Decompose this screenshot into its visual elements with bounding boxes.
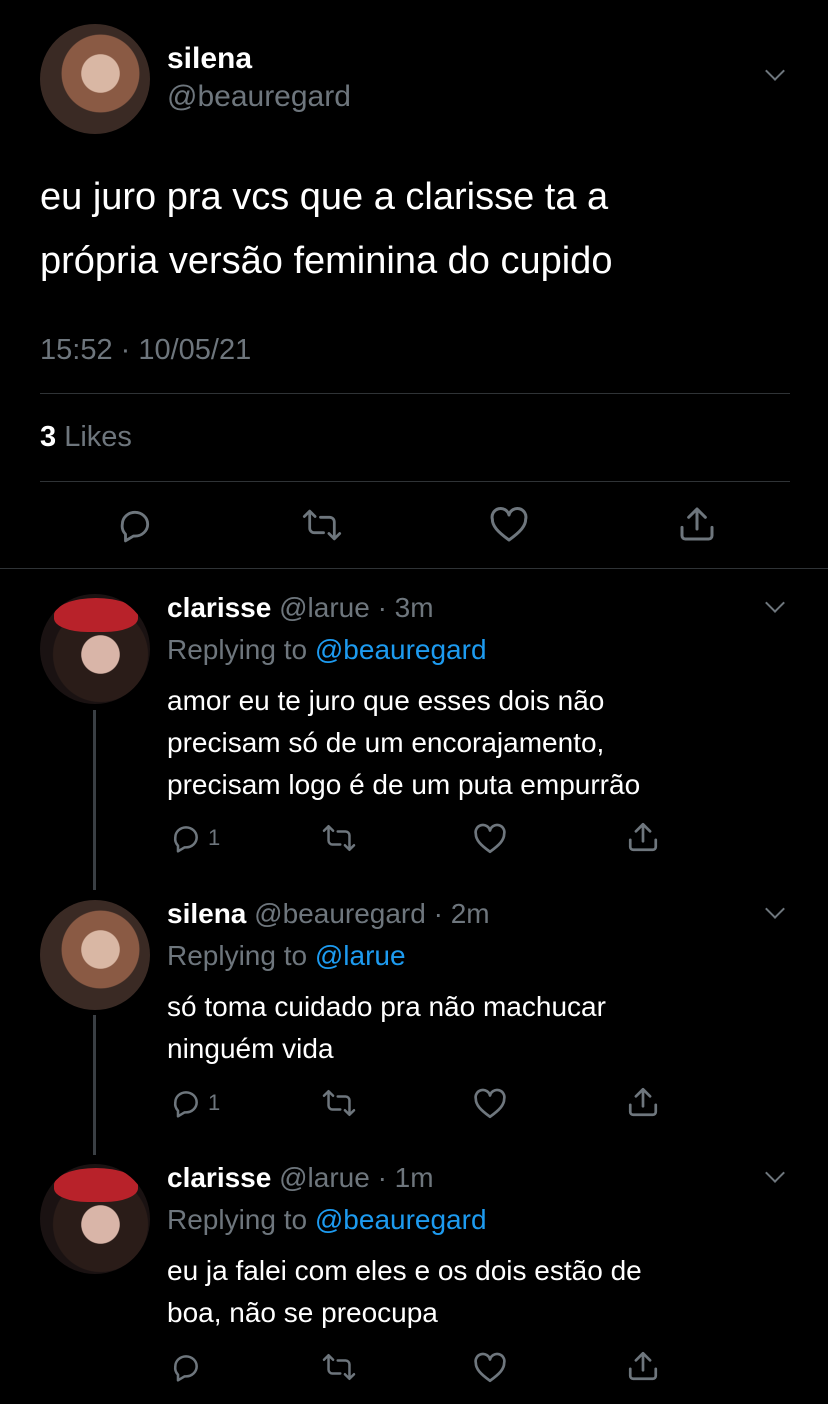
tweet-text-line-1: eu juro pra vcs que a clarisse ta a <box>40 176 609 218</box>
reply-header: clarisse @larue · 1m <box>167 1162 434 1194</box>
divider <box>40 393 790 394</box>
reply-text-line-1: só toma cuidado pra não machucar <box>167 991 606 1022</box>
mention-link[interactable]: @beauregard <box>315 1204 487 1235</box>
retweet-icon[interactable] <box>322 822 356 854</box>
likes-stat[interactable]: 3 Likes <box>40 421 132 454</box>
thread-line <box>93 710 96 890</box>
reply-header: clarisse @larue · 3m <box>167 592 434 624</box>
share-icon[interactable] <box>626 820 660 854</box>
chevron-down-icon[interactable] <box>765 593 785 613</box>
avatar-scarf <box>54 1168 138 1202</box>
avatar[interactable] <box>40 900 150 1010</box>
display-name[interactable]: silena <box>167 42 252 76</box>
like-icon[interactable] <box>489 506 529 544</box>
replying-to: Replying to @beauregard <box>167 1204 487 1236</box>
like-icon[interactable] <box>473 823 507 855</box>
display-name[interactable]: clarisse <box>167 1162 271 1193</box>
mention-link[interactable]: @beauregard <box>315 634 487 665</box>
divider <box>40 481 790 482</box>
reply-button[interactable]: 1 <box>170 822 220 854</box>
handle[interactable]: @larue <box>279 1162 370 1193</box>
reply-text-line-1: eu ja falei com eles e os dois estão de <box>167 1255 642 1286</box>
avatar-scarf <box>54 598 138 632</box>
like-icon[interactable] <box>473 1352 507 1384</box>
replying-label: Replying to <box>167 940 308 971</box>
chevron-down-icon[interactable] <box>765 899 785 919</box>
reply-icon <box>170 822 202 854</box>
tweet-text-line-2: própria versão feminina do cupido <box>40 240 613 282</box>
reply-time[interactable]: · 1m <box>378 1162 434 1193</box>
reply-time[interactable]: · 2m <box>434 898 490 929</box>
retweet-icon[interactable] <box>322 1351 356 1383</box>
avatar[interactable] <box>40 1164 150 1274</box>
reply-header: silena @beauregard · 2m <box>167 898 490 930</box>
reply-icon[interactable] <box>170 1351 202 1383</box>
reply-count: 1 <box>208 1090 221 1115</box>
replying-to: Replying to @larue <box>167 940 406 972</box>
divider <box>0 568 828 569</box>
thread-line <box>93 1015 96 1155</box>
reply-text-line-2: precisam só de um encorajamento, <box>167 727 605 758</box>
reply-text-line-2: ninguém vida <box>167 1033 334 1064</box>
replying-to: Replying to @beauregard <box>167 634 487 666</box>
reply-icon[interactable] <box>116 506 154 544</box>
share-icon[interactable] <box>677 504 717 544</box>
chevron-down-icon[interactable] <box>765 61 785 81</box>
display-name[interactable]: silena <box>167 898 246 929</box>
reply-text-line-2: boa, não se preocupa <box>167 1297 438 1328</box>
reply-count: 1 <box>208 825 221 850</box>
timestamp[interactable]: 15:52 · 10/05/21 <box>40 334 251 367</box>
retweet-icon[interactable] <box>322 1087 356 1119</box>
mention-link[interactable]: @larue <box>315 940 406 971</box>
replying-label: Replying to <box>167 634 308 665</box>
likes-count: 3 <box>40 421 57 453</box>
reply-text-line-3: precisam logo é de um puta empurrão <box>167 769 641 800</box>
retweet-icon[interactable] <box>302 506 342 544</box>
handle[interactable]: @beauregard <box>254 898 426 929</box>
reply-icon <box>170 1087 202 1119</box>
reply-text-line-1: amor eu te juro que esses dois não <box>167 685 605 716</box>
handle[interactable]: @larue <box>279 592 370 623</box>
handle[interactable]: @beauregard <box>167 80 351 114</box>
display-name[interactable]: clarisse <box>167 592 271 623</box>
avatar[interactable] <box>40 24 150 134</box>
chevron-down-icon[interactable] <box>765 1163 785 1183</box>
share-icon[interactable] <box>626 1085 660 1119</box>
likes-label: Likes <box>64 421 132 453</box>
avatar[interactable] <box>40 594 150 704</box>
share-icon[interactable] <box>626 1349 660 1383</box>
replying-label: Replying to <box>167 1204 308 1235</box>
reply-time[interactable]: · 3m <box>378 592 434 623</box>
reply-button[interactable]: 1 <box>170 1087 220 1119</box>
like-icon[interactable] <box>473 1088 507 1120</box>
